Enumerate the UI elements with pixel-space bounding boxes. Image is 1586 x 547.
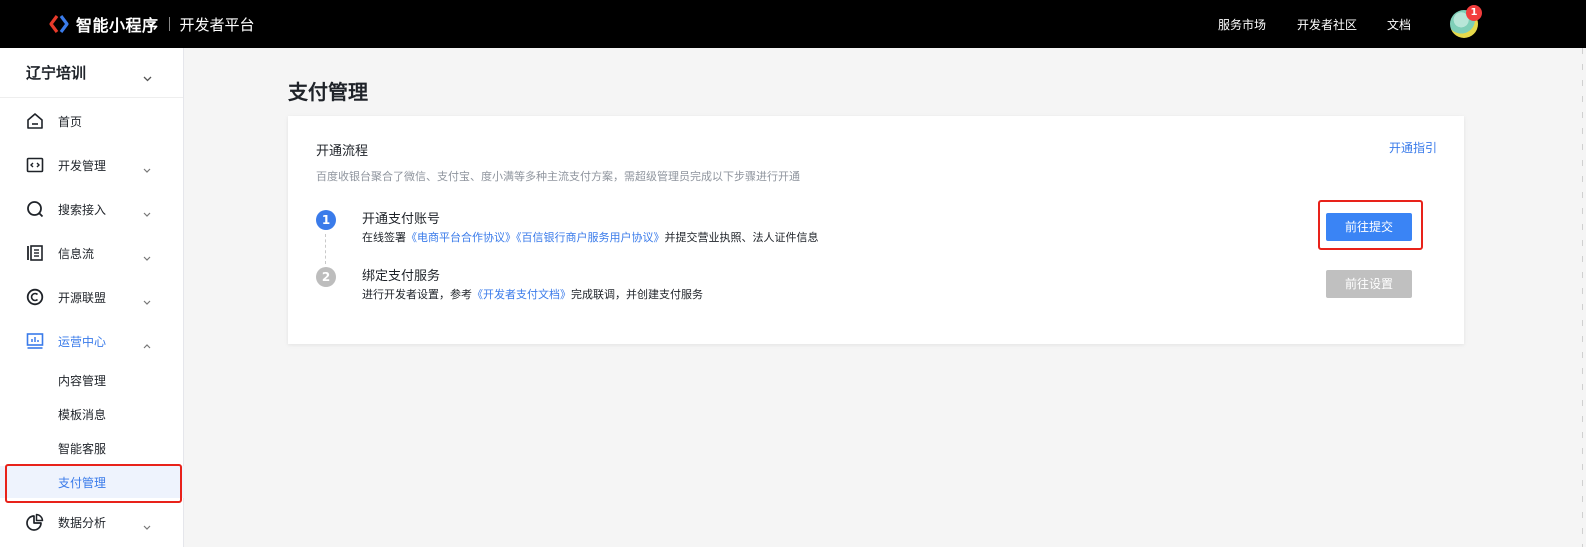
sidebar-subitem-label: 内容管理 — [58, 373, 107, 388]
sidebar-item-label: 运营中心 — [58, 334, 107, 349]
brand-subtitle: 开发者平台 — [179, 15, 255, 34]
card-title: 开通流程 — [316, 144, 369, 159]
brand[interactable]: 智能小程序 开发者平台 — [48, 12, 255, 36]
step-2-title: 绑定支付服务 — [362, 269, 441, 284]
sidebar-item-label: 开发管理 — [58, 158, 107, 173]
step-2-desc-prefix: 进行开发者设置，参考 — [362, 288, 472, 301]
chevron-down-icon — [143, 162, 151, 176]
activation-card: 开通流程 开通指引 百度收银台聚合了微信、支付宝、度小满等多种主流支付方案，需超… — [288, 116, 1464, 344]
copyright-icon — [26, 288, 44, 306]
chevron-down-icon — [143, 519, 151, 533]
sidebar-item-label: 搜索接入 — [58, 202, 107, 217]
sidebar-subitem-content-management[interactable]: 内容管理 — [0, 364, 184, 396]
sidebar-item-home[interactable]: 首页 — [0, 103, 184, 139]
sidebar-item-dev-management[interactable]: 开发管理 — [0, 147, 184, 183]
step-number-2: 2 — [316, 267, 336, 287]
chevron-down-icon — [143, 294, 151, 308]
baixin-bank-agreement-link[interactable]: 《百信银行商户服务用户协议》 — [516, 231, 665, 244]
step-2-desc-suffix: 完成联调，并创建支付服务 — [571, 288, 703, 301]
sidebar-subitem-smart-customer-service[interactable]: 智能客服 — [0, 432, 184, 464]
step-1-title: 开通支付账号 — [362, 212, 441, 227]
feed-icon — [26, 244, 44, 262]
developer-payment-doc-link[interactable]: 《开发者支付文档》 — [472, 288, 571, 301]
chevron-up-icon — [143, 338, 151, 352]
sidebar-item-data-analysis[interactable]: 数据分析 — [0, 504, 184, 540]
nav-docs[interactable]: 文档 — [1387, 0, 1411, 48]
chevron-down-icon — [143, 206, 151, 220]
chevron-down-icon — [143, 250, 151, 264]
nav-service-market[interactable]: 服务市场 — [1218, 0, 1266, 48]
sidebar-item-label: 开源联盟 — [58, 290, 107, 305]
notification-badge: 1 — [1466, 5, 1482, 21]
page-scrollbar[interactable] — [1579, 48, 1586, 547]
sidebar-subitem-label: 智能客服 — [58, 441, 107, 456]
brand-logo-icon — [48, 13, 70, 35]
user-avatar-button[interactable]: 1 — [1450, 5, 1482, 38]
sidebar-item-open-source[interactable]: 开源联盟 — [0, 279, 184, 315]
brand-divider — [168, 17, 170, 31]
step-2-description: 进行开发者设置，参考《开发者支付文档》完成联调，并创建支付服务 — [362, 286, 703, 302]
step-1-description: 在线签署《电商平台合作协议》《百信银行商户服务用户协议》并提交营业执照、法人证件… — [362, 229, 819, 245]
search-icon — [26, 200, 44, 218]
card-description: 百度收银台聚合了微信、支付宝、度小满等多种主流支付方案，需超级管理员完成以下步骤… — [316, 170, 800, 183]
go-submit-button[interactable]: 前往提交 — [1326, 213, 1412, 241]
sidebar: 辽宁培训 首页 开发管理 搜索接入 信息流 开源联盟 运营中心 内容管理 模板消… — [0, 48, 184, 547]
step-1-desc-suffix: 并提交营业执照、法人证件信息 — [664, 231, 819, 244]
sidebar-subitem-payment-management[interactable]: 支付管理 — [0, 466, 184, 498]
sidebar-subitem-template-messages[interactable]: 模板消息 — [0, 398, 184, 430]
org-name: 辽宁培训 — [26, 64, 87, 82]
step-number-1: 1 — [316, 210, 336, 230]
pie-chart-icon — [26, 513, 44, 531]
sidebar-item-operations-center[interactable]: 运营中心 — [0, 323, 184, 359]
sidebar-item-label: 首页 — [58, 114, 83, 129]
org-selector[interactable]: 辽宁培训 — [0, 48, 183, 98]
sidebar-item-label: 信息流 — [58, 246, 95, 261]
sidebar-subitem-label: 支付管理 — [58, 475, 107, 490]
ecommerce-agreement-link[interactable]: 《电商平台合作协议》 — [406, 231, 516, 244]
dashboard-icon — [26, 332, 44, 350]
step-connector — [325, 234, 326, 264]
nav-developer-community[interactable]: 开发者社区 — [1297, 0, 1357, 48]
sidebar-subitem-label: 模板消息 — [58, 407, 107, 422]
step-1-desc-prefix: 在线签署 — [362, 231, 406, 244]
top-bar: 智能小程序 开发者平台 服务市场 开发者社区 文档 1 — [0, 0, 1586, 48]
sidebar-item-label: 数据分析 — [58, 515, 107, 530]
sidebar-item-search-access[interactable]: 搜索接入 — [0, 191, 184, 227]
chevron-down-icon — [143, 68, 152, 86]
brand-name: 智能小程序 — [76, 16, 159, 35]
go-settings-button[interactable]: 前往设置 — [1326, 270, 1412, 298]
code-icon — [26, 156, 44, 174]
home-icon — [26, 112, 44, 130]
page-title: 支付管理 — [288, 80, 368, 104]
activation-guide-link[interactable]: 开通指引 — [1389, 139, 1437, 156]
sidebar-item-feed[interactable]: 信息流 — [0, 235, 184, 271]
